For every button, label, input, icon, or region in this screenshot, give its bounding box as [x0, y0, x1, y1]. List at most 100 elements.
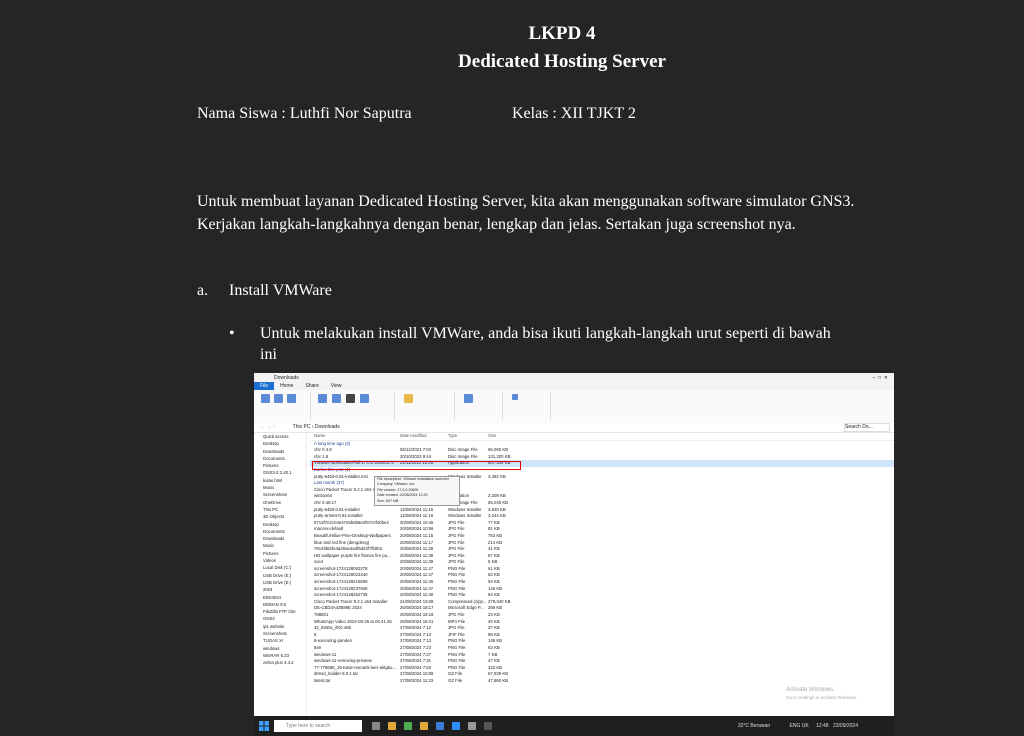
tab-home[interactable]: Home — [274, 382, 299, 390]
tab-file[interactable]: File — [254, 382, 275, 390]
file-row[interactable]: 9713f7e2c04e47e5b6b8e2f67c0f40be4 20/08/2… — [310, 520, 894, 527]
file-row[interactable]: 8 27/08/2024 7:13 JFIF File 98 KB — [310, 632, 894, 639]
file-row[interactable]: Beautiful-Blue-Pine-Desktop-Wallpapers 20… — [310, 533, 894, 540]
task-view-icon[interactable] — [372, 722, 380, 730]
file-row[interactable]: screenshot-1724128237946 20/08/2024 11:47… — [310, 586, 894, 593]
nav-item[interactable]: WinRAR 6.23 — [254, 652, 306, 659]
search-input[interactable]: Search Do... — [844, 423, 890, 432]
app-icon[interactable] — [452, 722, 460, 730]
nav-item[interactable]: USB Drive (E:) — [254, 579, 306, 586]
app-icon-2[interactable] — [468, 722, 476, 730]
file-row[interactable]: blue and red fine (dengdeng) 20/08/2024 1… — [310, 540, 894, 547]
file-row[interactable]: cfsr 1.8 20/10/2023 9:44 Disc Image File 13… — [310, 454, 894, 461]
paste-icon[interactable] — [287, 394, 296, 403]
nav-item[interactable]: Desktop — [254, 440, 306, 447]
file-row[interactable]: putty-64bit-0.81-installer 12/08/2024 11:… — [310, 507, 894, 514]
nav-item[interactable]: FileZilla FTP Clie — [254, 608, 306, 615]
file-row[interactable]: windows-11 27/08/2024 7:27 PNG File 7 KB — [310, 652, 894, 659]
nav-item[interactable]: TUGAS XI — [254, 637, 306, 644]
nav-item[interactable]: Pictures — [254, 550, 306, 557]
edge-icon[interactable] — [436, 722, 444, 730]
language-indicator[interactable]: ENG UK — [790, 723, 809, 729]
clock-time[interactable]: 12:48 — [816, 723, 829, 729]
copy-icon[interactable] — [274, 394, 283, 403]
file-row[interactable]: 8-executing-panden 27/08/2024 7:13 PNG Fil… — [310, 638, 894, 645]
tab-share[interactable]: Share — [299, 382, 324, 390]
nav-item[interactable]: Downloads — [254, 535, 306, 542]
clock-date[interactable]: 23/09/2024 — [833, 723, 858, 729]
file-row[interactable]: macosx-default 20/08/2024 10:56 JPG File 81… — [310, 526, 894, 533]
nav-item[interactable]: zebra plus 4.4.2 — [254, 659, 306, 666]
file-row[interactable]: HD wallpaper purple fire flames fire pu.… — [310, 553, 894, 560]
pin-icon[interactable] — [261, 394, 270, 403]
nav-item[interactable]: This PC — [254, 506, 306, 513]
file-row[interactable]: screenshot-1724128215609 20/08/2024 11:46… — [310, 579, 894, 586]
file-size: 98 KB — [488, 631, 500, 637]
nav-item[interactable]: EBS4024 — [254, 594, 306, 601]
file-row[interactable]: latest.tar 27/08/2024 11:23 GZ File 47,860 … — [310, 678, 894, 685]
file-row[interactable]: 7914fd82fe4a29ae4a3f6d23f7fb9b2 20/08/202… — [310, 546, 894, 553]
nav-item[interactable]: USB Drive (E:) — [254, 572, 306, 579]
file-row[interactable]: Cisco Packet Tracer 8.2.1 x64 Installer 2… — [310, 599, 894, 606]
file-row[interactable]: cfsr 0.4.8 06/12/2021 7:03 Disc Image File… — [310, 447, 894, 454]
select-all-icon[interactable] — [512, 394, 518, 400]
nav-item[interactable]: Quick access — [254, 433, 306, 440]
nav-item[interactable]: 3D Objects — [254, 513, 306, 520]
nav-item[interactable]: ip1 website — [254, 623, 306, 630]
file-row[interactable]: dtmsd_builder 8.0.1.tar 27/08/2024 10:08 G… — [310, 671, 894, 678]
file-row[interactable]: 77-778685_15-Katie-menarik-laer-aktgku..… — [310, 665, 894, 672]
taskbar-search[interactable]: Type here to search — [274, 720, 362, 732]
file-explorer-icon[interactable] — [388, 722, 396, 730]
chrome-icon[interactable] — [404, 722, 412, 730]
nav-item[interactable]: windows — [254, 645, 306, 652]
folder-icon[interactable] — [420, 722, 428, 730]
nav-item[interactable]: DEBIAN 8.0 — [254, 601, 306, 608]
move-icon[interactable] — [318, 394, 327, 403]
nav-item[interactable]: Screenshots — [254, 630, 306, 637]
file-row[interactable]: 8x9 27/08/2024 7:23 PNG File 63 KB — [310, 645, 894, 652]
tab-view[interactable]: View — [325, 382, 348, 390]
delete-icon[interactable] — [346, 394, 355, 403]
new-folder-icon[interactable] — [404, 394, 413, 403]
file-row[interactable]: WhatsApp Video 2024-08-26 at 00.41.26 26/… — [310, 619, 894, 626]
nav-item[interactable]: Screenshots — [254, 491, 306, 498]
nav-item[interactable]: GNS3-2.2.40.1 — [254, 469, 306, 476]
file-row[interactable]: screenshot-1724128062278 20/08/2024 11:47… — [310, 566, 894, 573]
nav-item[interactable]: OneDrive — [254, 499, 306, 506]
file-row[interactable]: windows-11-removing-preview 27/08/2024 7:… — [310, 658, 894, 665]
nav-item[interactable]: Pictures — [254, 462, 306, 469]
col-size[interactable]: Size — [488, 433, 496, 440]
nav-item[interactable]: Music — [254, 484, 306, 491]
nav-item[interactable]: Downloads — [254, 448, 306, 455]
nav-item[interactable]: GNS3 — [254, 615, 306, 622]
file-row[interactable]: 788601 26/08/2024 18:18 JPG File 23 KB — [310, 612, 894, 619]
nav-item[interactable]: Local Disk (C:) — [254, 564, 306, 571]
file-row[interactable]: putty-arm64-0.81-installer 12/08/2024 11:… — [310, 513, 894, 520]
group-header[interactable]: A long time ago (3) — [310, 441, 894, 448]
file-type: PNG File — [448, 651, 466, 657]
file-row[interactable]: screenshot-1724128023440 20/08/2024 11:47… — [310, 572, 894, 579]
nav-item[interactable]: 2024 — [254, 586, 306, 593]
file-name: DE-CBD4A43B89E 2024 — [314, 605, 362, 611]
rename-icon[interactable] — [360, 394, 369, 403]
properties-icon[interactable] — [464, 394, 473, 403]
col-type[interactable]: Type — [448, 433, 457, 440]
app-icon-3[interactable] — [484, 722, 492, 730]
file-row[interactable]: DE-CBD4A43B89E 2024 26/08/2024 18:17 Micro… — [310, 605, 894, 612]
address-bar[interactable]: ← → ↑ This PC › Downloads Search Do... — [254, 423, 894, 433]
file-row[interactable]: 42_8265c_ifKb.485 27/08/2024 7:12 JPG File… — [310, 625, 894, 632]
nav-item[interactable]: kulas.html — [254, 477, 306, 484]
nav-item[interactable]: Videos — [254, 557, 306, 564]
windows-start-icon[interactable] — [259, 721, 269, 731]
copy-to-icon[interactable] — [332, 394, 341, 403]
nav-item[interactable]: Music — [254, 542, 306, 549]
nav-item[interactable]: Documents — [254, 528, 306, 535]
col-name[interactable]: Name — [314, 433, 325, 440]
weather-text[interactable]: 32°C Berawan — [738, 723, 770, 729]
file-type: JFIF File — [448, 631, 465, 637]
file-row[interactable]: screenshot-1724128262735 20/08/2024 11:48… — [310, 592, 894, 599]
nav-item[interactable]: Desktop — [254, 521, 306, 528]
nav-item[interactable]: Documents — [254, 455, 306, 462]
col-date[interactable]: Date modified — [400, 433, 427, 440]
file-row[interactable]: sce4 20/08/2024 11:38 JPG File 5 KB — [310, 559, 894, 566]
